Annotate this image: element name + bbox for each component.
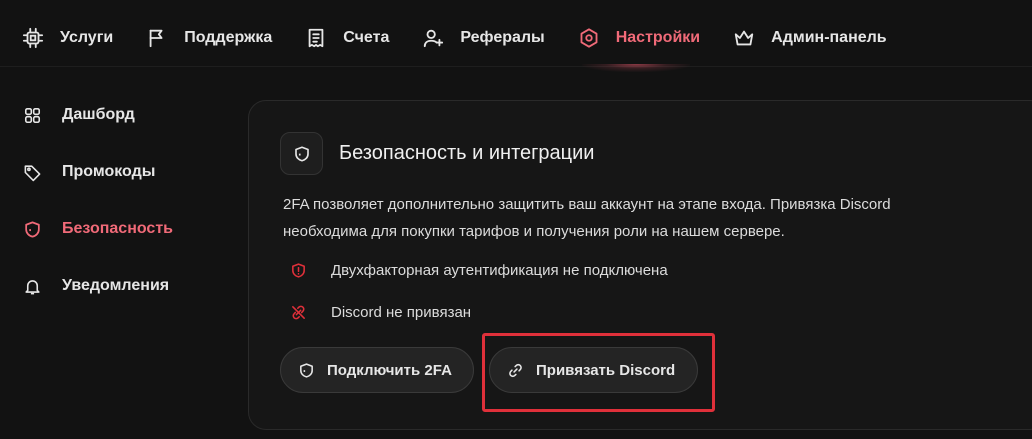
- chip-icon: [22, 27, 44, 49]
- nav-item-invoices[interactable]: Счета: [305, 18, 389, 58]
- status-2fa: Двухфакторная аутентификация не подключе…: [289, 261, 668, 279]
- nav-label: Админ-панель: [771, 29, 887, 46]
- shield-icon: [22, 219, 42, 239]
- sidebar-item-label: Дашборд: [62, 106, 135, 123]
- link-off-icon: [289, 303, 307, 321]
- sidebar-item-notifications[interactable]: Уведомления: [22, 271, 222, 301]
- nav-label: Счета: [343, 29, 390, 46]
- sidebar-item-label: Уведомления: [62, 277, 170, 294]
- nav-item-admin-panel[interactable]: Админ-панель: [733, 18, 887, 58]
- shield-icon: [297, 361, 315, 379]
- grid-icon: [22, 105, 42, 125]
- receipt-icon: [305, 27, 327, 49]
- shield-alert-icon: [289, 261, 307, 279]
- active-tab-indicator: [582, 64, 690, 72]
- flag-icon: [146, 27, 168, 49]
- sidebar: Дашборд Промокоды Безопасность Уведомлен…: [22, 100, 222, 328]
- sidebar-item-security[interactable]: Безопасность: [22, 214, 222, 244]
- nav-divider: [0, 66, 1032, 67]
- status-2fa-text: Двухфакторная аутентификация не подключе…: [331, 261, 668, 279]
- sidebar-item-label: Безопасность: [62, 220, 173, 237]
- shield-icon: [280, 132, 323, 175]
- connect-2fa-button[interactable]: Подключить 2FA: [280, 347, 474, 393]
- top-navigation: Услуги Поддержка Счета Рефералы Настройк…: [0, 0, 1032, 76]
- status-discord-text: Discord не привязан: [331, 303, 472, 321]
- card-description: 2FA позволяет дополнительно защитить ваш…: [283, 196, 891, 240]
- sidebar-item-dashboard[interactable]: Дашборд: [22, 100, 222, 130]
- card-header: Безопасность и интеграции: [280, 132, 594, 175]
- crown-icon: [733, 27, 755, 49]
- sidebar-item-label: Промокоды: [62, 163, 156, 180]
- highlight-box: [482, 333, 715, 412]
- button-label: Подключить 2FA: [327, 361, 452, 379]
- nav-item-support[interactable]: Поддержка: [146, 18, 272, 58]
- nav-label: Рефералы: [460, 29, 545, 46]
- nav-item-services[interactable]: Услуги: [22, 18, 113, 58]
- card-title: Безопасность и интеграции: [339, 142, 595, 164]
- tag-icon: [22, 162, 42, 182]
- nav-label: Услуги: [60, 29, 114, 46]
- nav-item-referrals[interactable]: Рефералы: [422, 18, 545, 58]
- nav-label: Поддержка: [184, 29, 273, 46]
- sidebar-item-promocodes[interactable]: Промокоды: [22, 157, 222, 187]
- user-plus-icon: [422, 27, 444, 49]
- bell-icon: [22, 276, 42, 296]
- status-discord: Discord не привязан: [289, 303, 471, 321]
- nav-label: Настройки: [615, 29, 701, 46]
- settings-icon: [578, 27, 600, 49]
- nav-item-settings[interactable]: Настройки: [578, 18, 700, 58]
